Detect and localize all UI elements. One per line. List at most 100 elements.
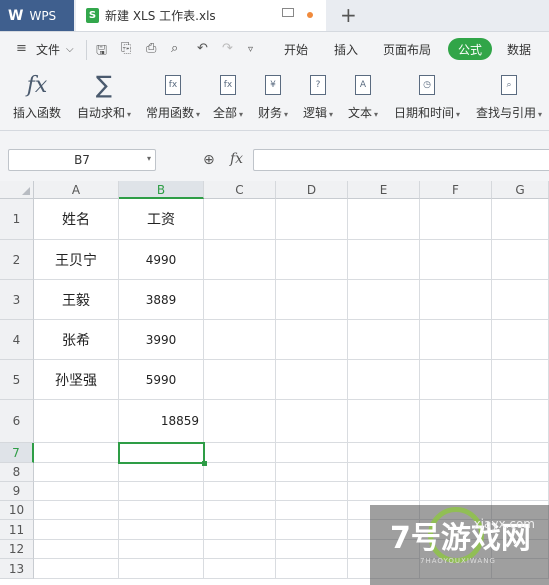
grid-cell[interactable] bbox=[492, 463, 549, 482]
cell-a3[interactable]: 王毅 bbox=[34, 280, 119, 320]
row-header-5[interactable]: 5 bbox=[0, 360, 34, 400]
cell-a2[interactable]: 王贝宁 bbox=[34, 240, 119, 280]
row-header-3[interactable]: 3 bbox=[0, 280, 34, 320]
grid-cell[interactable] bbox=[204, 501, 276, 520]
hamburger-icon[interactable]: ≡ bbox=[16, 41, 27, 56]
grid-cell[interactable] bbox=[276, 280, 348, 320]
grid-cell[interactable] bbox=[420, 443, 492, 463]
insert-function-button[interactable]: fx 插入函数 bbox=[10, 72, 64, 121]
grid-cell[interactable] bbox=[276, 463, 348, 482]
export-icon[interactable]: ⎘ bbox=[121, 41, 131, 56]
date-time-button[interactable]: ◷ 日期和时间 ▾ bbox=[390, 72, 464, 121]
grid-cell[interactable] bbox=[204, 463, 276, 482]
formula-input[interactable] bbox=[253, 149, 549, 171]
tab-insert[interactable]: 插入 bbox=[334, 41, 358, 58]
fx-label[interactable]: fx bbox=[230, 151, 243, 167]
grid-cell[interactable] bbox=[119, 501, 204, 520]
grid-cell[interactable] bbox=[420, 482, 492, 501]
grid-cell[interactable] bbox=[420, 199, 492, 240]
financial-button[interactable]: ¥ 财务 ▾ bbox=[255, 72, 291, 121]
grid-cell[interactable] bbox=[204, 540, 276, 559]
tab-data[interactable]: 数据 bbox=[507, 41, 531, 58]
row-header-8[interactable]: 8 bbox=[0, 463, 34, 482]
row-header-4[interactable]: 4 bbox=[0, 320, 34, 360]
grid-cell[interactable] bbox=[204, 559, 276, 579]
cell-b1[interactable]: 工资 bbox=[119, 199, 204, 240]
column-header-a[interactable]: A bbox=[34, 181, 119, 199]
grid-cell[interactable] bbox=[492, 400, 549, 443]
grid-cell[interactable] bbox=[34, 443, 119, 463]
grid-cell[interactable] bbox=[492, 482, 549, 501]
grid-cell[interactable] bbox=[492, 320, 549, 360]
cell-a1[interactable]: 姓名 bbox=[34, 199, 119, 240]
grid-cell[interactable] bbox=[204, 360, 276, 400]
grid-cell[interactable] bbox=[204, 520, 276, 540]
grid-cell[interactable] bbox=[348, 280, 420, 320]
column-header-d[interactable]: D bbox=[276, 181, 348, 199]
grid-cell[interactable] bbox=[276, 520, 348, 540]
grid-cell[interactable] bbox=[276, 501, 348, 520]
row-header-10[interactable]: 10 bbox=[0, 501, 34, 520]
grid-cell[interactable] bbox=[420, 280, 492, 320]
grid-cell[interactable] bbox=[492, 199, 549, 240]
cell-a6[interactable] bbox=[34, 400, 119, 443]
grid-cell[interactable] bbox=[420, 360, 492, 400]
grid-cell[interactable] bbox=[204, 240, 276, 280]
cell-b6[interactable]: 18859 bbox=[119, 400, 204, 443]
grid-cell[interactable] bbox=[276, 400, 348, 443]
column-header-c[interactable]: C bbox=[204, 181, 276, 199]
grid-cell[interactable] bbox=[420, 463, 492, 482]
tab-formulas[interactable]: 公式 bbox=[448, 38, 492, 60]
lookup-reference-button[interactable]: ⌕ 查找与引用 ▾ bbox=[472, 72, 546, 121]
grid-cell[interactable] bbox=[204, 482, 276, 501]
grid-cell[interactable] bbox=[348, 199, 420, 240]
row-header-1[interactable]: 1 bbox=[0, 199, 34, 240]
grid-cell[interactable] bbox=[204, 199, 276, 240]
column-header-g[interactable]: G bbox=[492, 181, 549, 199]
cell-a5[interactable]: 孙坚强 bbox=[34, 360, 119, 400]
grid-cell[interactable] bbox=[348, 400, 420, 443]
grid-cell[interactable] bbox=[420, 240, 492, 280]
grid-cell[interactable] bbox=[204, 400, 276, 443]
cell-b2[interactable]: 4990 bbox=[119, 240, 204, 280]
wps-home-tab[interactable]: W WPS bbox=[0, 0, 74, 31]
tab-start[interactable]: 开始 bbox=[284, 41, 308, 58]
grid-cell[interactable] bbox=[276, 559, 348, 579]
grid-cell[interactable] bbox=[34, 520, 119, 540]
grid-cell[interactable] bbox=[119, 463, 204, 482]
chevron-down-icon[interactable]: ⌵ bbox=[66, 44, 74, 55]
grid-cell[interactable] bbox=[119, 520, 204, 540]
chevron-down-icon[interactable]: ▾ bbox=[147, 154, 151, 163]
grid-cell[interactable] bbox=[276, 199, 348, 240]
grid-cell[interactable] bbox=[34, 501, 119, 520]
grid-cell[interactable] bbox=[276, 320, 348, 360]
monitor-icon[interactable] bbox=[282, 8, 294, 17]
common-functions-button[interactable]: fx 常用函数 ▾ bbox=[142, 72, 204, 121]
grid-cell[interactable] bbox=[348, 360, 420, 400]
grid-cell[interactable] bbox=[119, 482, 204, 501]
cell-a4[interactable]: 张希 bbox=[34, 320, 119, 360]
grid-cell[interactable] bbox=[204, 280, 276, 320]
print-icon[interactable]: ⎙ bbox=[146, 41, 156, 56]
cell-b4[interactable]: 3990 bbox=[119, 320, 204, 360]
grid-cell[interactable] bbox=[492, 280, 549, 320]
redo-icon[interactable]: ↷ bbox=[222, 41, 233, 56]
cell-b5[interactable]: 5990 bbox=[119, 360, 204, 400]
grid-cell[interactable] bbox=[34, 463, 119, 482]
grid-cell[interactable] bbox=[492, 443, 549, 463]
grid-cell[interactable] bbox=[276, 240, 348, 280]
row-header-6[interactable]: 6 bbox=[0, 400, 34, 443]
file-menu[interactable]: 文件 bbox=[36, 41, 60, 58]
customize-chevron-icon[interactable]: ▿ bbox=[248, 44, 253, 55]
grid-cell[interactable] bbox=[348, 482, 420, 501]
grid-cell[interactable] bbox=[34, 482, 119, 501]
autosum-button[interactable]: ∑ 自动求和 ▾ bbox=[74, 71, 134, 121]
column-header-b[interactable]: B bbox=[119, 181, 204, 199]
row-header-9[interactable]: 9 bbox=[0, 482, 34, 501]
tab-page-layout[interactable]: 页面布局 bbox=[383, 41, 431, 58]
select-all-corner[interactable] bbox=[0, 181, 34, 199]
grid-cell[interactable] bbox=[34, 540, 119, 559]
grid-cell[interactable] bbox=[420, 400, 492, 443]
save-icon[interactable]: 🖫 bbox=[96, 41, 107, 63]
undo-icon[interactable]: ↶ bbox=[197, 41, 208, 56]
